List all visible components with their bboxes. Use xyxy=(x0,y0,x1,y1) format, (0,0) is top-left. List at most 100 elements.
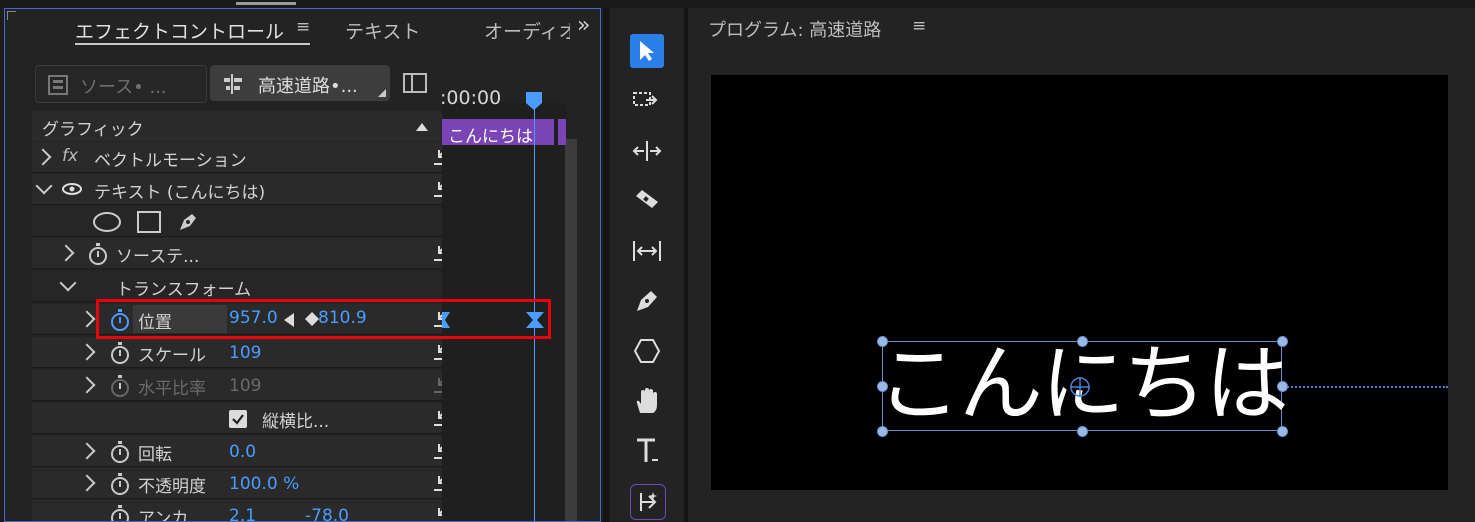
expand-chevron-icon[interactable] xyxy=(78,376,96,394)
anchor-x-value[interactable]: 2.1 xyxy=(229,506,256,521)
source-text-row: ソーステ... xyxy=(32,238,460,269)
sequence-clip-selector[interactable]: 高速道路•... xyxy=(210,65,390,101)
horizontal-scale-value: 109 xyxy=(229,376,262,396)
collapse-up-icon[interactable] xyxy=(416,123,428,131)
panel-divider[interactable] xyxy=(603,8,609,522)
text-layer-row: テキスト (こんにちは) xyxy=(32,174,460,205)
toggle-timeline-view-icon[interactable] xyxy=(403,73,427,93)
handle-top-mid[interactable] xyxy=(1077,336,1088,347)
transform-row: トランスフォーム xyxy=(32,271,442,302)
ellipse-mask-icon[interactable] xyxy=(92,211,122,233)
collapse-chevron-icon[interactable] xyxy=(35,177,53,195)
collapse-chevron-icon[interactable] xyxy=(59,274,77,292)
timecode-display: :00:00 xyxy=(440,87,502,109)
handle-top-left[interactable] xyxy=(877,336,888,347)
playhead-icon[interactable] xyxy=(525,91,543,111)
selection-tool[interactable] xyxy=(630,34,664,68)
clip-bar-label: こんにちは xyxy=(448,127,533,147)
handle-bottom-right[interactable] xyxy=(1277,426,1288,437)
checkbox-checked-icon[interactable] xyxy=(229,410,247,428)
sequence-clip-label: 高速道路•... xyxy=(258,76,358,97)
stopwatch-icon[interactable] xyxy=(111,505,129,521)
scale-row: スケール 109 xyxy=(32,337,460,368)
expand-chevron-icon[interactable] xyxy=(78,343,96,361)
stopwatch-icon xyxy=(111,375,129,397)
tab-text[interactable]: テキスト xyxy=(345,17,420,44)
stopwatch-icon[interactable] xyxy=(89,243,107,265)
type-tool[interactable] xyxy=(630,434,664,468)
section-header-label: グラフィック xyxy=(42,120,144,140)
tools-panel xyxy=(610,8,684,522)
ripple-edit-icon xyxy=(632,141,662,161)
scale-label: スケール xyxy=(138,346,206,366)
fx-icon: fx xyxy=(62,146,79,166)
program-canvas[interactable]: こんにちは xyxy=(711,75,1448,490)
remix-tool[interactable] xyxy=(630,484,666,520)
source-text-label: ソーステ... xyxy=(116,247,200,267)
baseline-guide xyxy=(1284,386,1448,388)
slip-icon xyxy=(633,241,661,261)
handle-top-right[interactable] xyxy=(1277,336,1288,347)
rectangle-mask-icon[interactable] xyxy=(136,210,162,234)
type-icon xyxy=(637,438,658,462)
more-tabs-icon[interactable]: » xyxy=(577,13,590,38)
expand-chevron-icon[interactable] xyxy=(78,310,96,328)
transform-label: トランスフォーム xyxy=(116,280,252,300)
clip-bar[interactable]: こんにちは xyxy=(442,119,554,147)
uniform-scale-label: 縦横比... xyxy=(262,412,330,432)
vector-motion-label: ベクトルモーション xyxy=(94,151,247,171)
position-highlight-box xyxy=(96,299,551,339)
razor-tool[interactable] xyxy=(630,184,664,218)
shape-tool[interactable] xyxy=(630,334,664,368)
top-bar xyxy=(0,0,1475,8)
expand-chevron-icon[interactable] xyxy=(78,442,96,460)
horizontal-scale-row: 水平比率 109 xyxy=(32,370,460,401)
horizontal-scale-label: 水平比率 xyxy=(138,379,206,399)
rotation-row: 回転 0.0 xyxy=(32,436,460,467)
pen-mask-icon[interactable] xyxy=(176,210,200,234)
timeline-scrollbar[interactable] xyxy=(565,139,577,521)
arrow-pointer-icon xyxy=(640,41,654,61)
section-header: グラフィック xyxy=(32,111,442,141)
clip-bar-end xyxy=(558,119,566,145)
panel-menu-icon[interactable]: ≡ xyxy=(296,17,310,37)
expand-chevron-icon[interactable] xyxy=(34,148,52,166)
anchor-y-value[interactable]: -78.0 xyxy=(305,506,349,521)
hand-tool[interactable] xyxy=(630,384,664,418)
handle-bottom-left[interactable] xyxy=(877,426,888,437)
expand-chevron-icon[interactable] xyxy=(78,474,96,492)
stopwatch-icon[interactable] xyxy=(111,473,129,495)
opacity-value[interactable]: 100.0 % xyxy=(229,474,299,494)
source-clip-label: ソース• ... xyxy=(80,77,167,98)
source-clip-selector[interactable]: ソース• ... xyxy=(35,65,207,103)
scale-value[interactable]: 109 xyxy=(229,343,261,363)
anchor-point-label: アンカ... xyxy=(138,509,205,522)
tab-effect-controls[interactable]: エフェクトコントロール xyxy=(75,17,284,44)
dropdown-corner-icon xyxy=(378,89,386,97)
panel-grip-icon xyxy=(7,11,16,20)
handle-mid-right[interactable] xyxy=(1277,381,1288,392)
handle-mid-left[interactable] xyxy=(877,381,888,392)
handle-bottom-mid[interactable] xyxy=(1077,426,1088,437)
mask-tools-row xyxy=(32,206,442,237)
anchor-point-icon[interactable] xyxy=(1069,376,1091,398)
clip-icon xyxy=(48,75,68,95)
tab-audio[interactable]: オーディオ xyxy=(484,17,570,44)
hexagon-icon xyxy=(633,339,661,363)
slip-tool[interactable] xyxy=(630,234,664,268)
expand-chevron-icon[interactable] xyxy=(57,244,75,262)
opacity-row: 不透明度 100.0 % xyxy=(32,468,460,499)
ripple-edit-tool[interactable] xyxy=(630,134,664,168)
stopwatch-icon[interactable] xyxy=(111,342,129,364)
anchor-point-row: アンカ... 2.1 -78.0 xyxy=(32,500,458,522)
vector-motion-row: fx ベクトルモーション xyxy=(32,142,460,173)
effect-controls-panel: エフェクトコントロール ≡ テキスト オーディオ » ソース• ... 高速道路… xyxy=(4,8,601,522)
pen-tool[interactable] xyxy=(630,284,664,318)
rotation-value[interactable]: 0.0 xyxy=(229,442,256,462)
eye-icon[interactable] xyxy=(62,183,82,195)
uniform-scale-row: 縦横比... xyxy=(32,403,460,434)
program-menu-icon[interactable]: ≡ xyxy=(912,16,926,36)
track-select-tool[interactable] xyxy=(630,84,664,118)
active-tab-underline xyxy=(75,43,310,45)
stopwatch-icon[interactable] xyxy=(111,441,129,463)
